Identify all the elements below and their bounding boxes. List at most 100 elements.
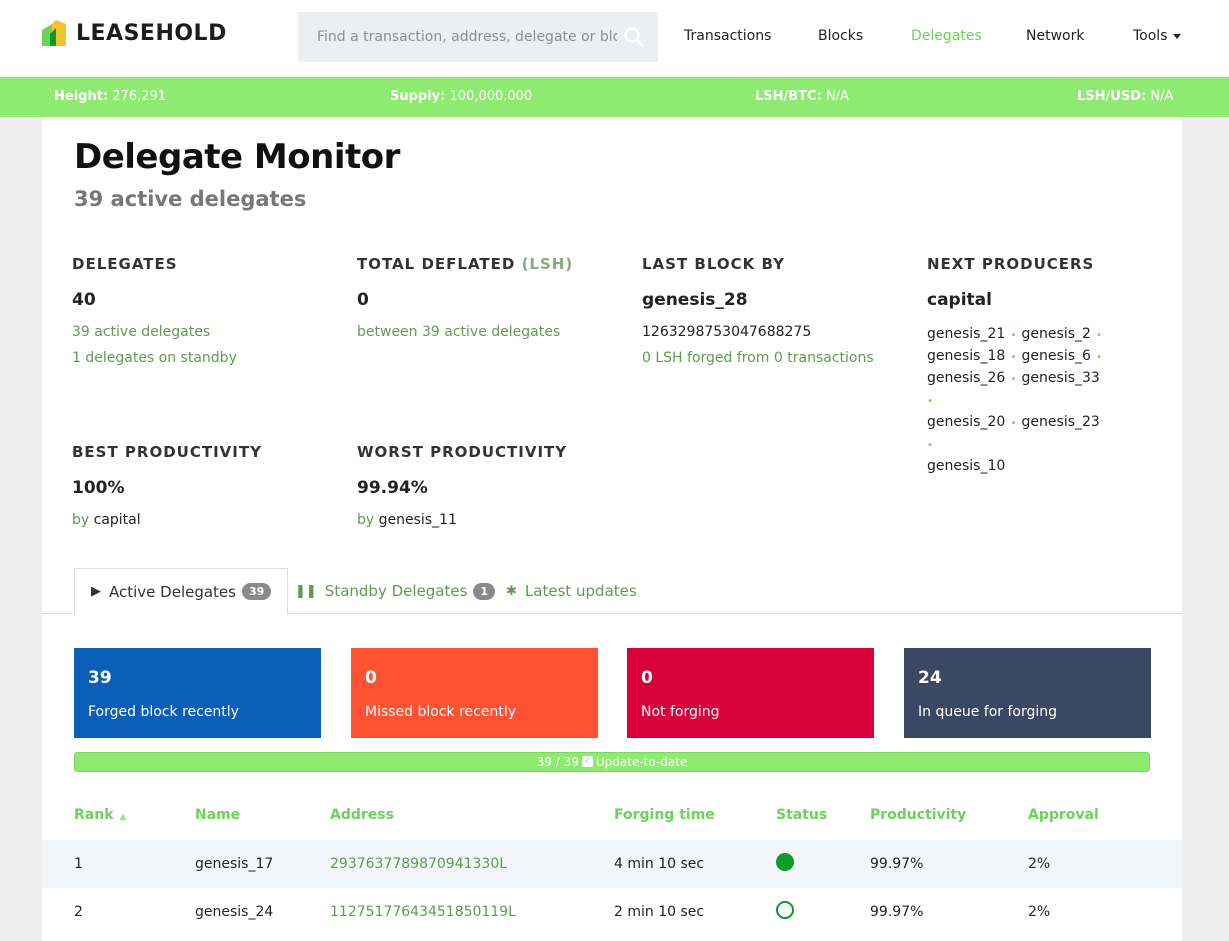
cell-address[interactable]: 2937637789870941330L — [330, 856, 507, 872]
separator-dot: • — [1007, 330, 1020, 341]
stat-height: Height: 276,291 — [54, 89, 166, 104]
tab-label: Standby Delegates — [324, 582, 468, 600]
stat-supply-label: Supply: — [390, 89, 446, 104]
cell-address[interactable]: 11275177643451850119L — [330, 904, 516, 920]
col-status[interactable]: Status — [776, 807, 827, 823]
best-productivity: BEST PRODUCTIVITY 100% by capital — [72, 443, 332, 528]
worst-productivity-by: by genesis_11 — [357, 512, 617, 528]
producer-item[interactable]: genesis_10 — [927, 458, 1005, 474]
col-rank[interactable]: Rank ▲ — [74, 807, 126, 823]
card-value: 39 — [88, 668, 112, 688]
nav-tools-label: Tools — [1133, 28, 1168, 44]
card-label: In queue for forging — [918, 704, 1058, 720]
producer-item[interactable]: genesis_20 — [927, 414, 1005, 430]
table-row: 2 genesis_24 11275177643451850119L 2 min… — [42, 888, 1182, 936]
separator-dot: • — [1007, 374, 1020, 385]
deflated-summary: TOTAL DEFLATED (LSH) 0 between 39 active… — [357, 255, 617, 340]
col-productivity[interactable]: Productivity — [870, 807, 966, 823]
card-value: 24 — [918, 668, 942, 688]
next-producers-label: NEXT PRODUCERS — [927, 255, 1095, 273]
by-label: by — [357, 512, 375, 528]
separator-dot: • — [1092, 352, 1102, 363]
nav-network[interactable]: Network — [1026, 28, 1084, 44]
deflated-label: TOTAL DEFLATED (LSH) — [357, 255, 617, 273]
main-panel: Delegate Monitor 39 active delegates DEL… — [42, 117, 1182, 941]
producer-item[interactable]: genesis_33 — [1022, 370, 1100, 386]
nav-transactions[interactable]: Transactions — [684, 28, 771, 44]
cell-forging-time: 2 min 10 sec — [614, 904, 705, 920]
by-label: by — [72, 512, 90, 528]
standby-delegates-link[interactable]: 1 delegates on standby — [72, 350, 332, 366]
worst-productivity: WORST PRODUCTIVITY 99.94% by genesis_11 — [357, 443, 617, 528]
cell-name[interactable]: genesis_17 — [195, 856, 273, 872]
forging-progress-bar: 39 / 39 ✓ Update-to-date — [74, 752, 1150, 772]
deflated-value: 0 — [357, 290, 369, 310]
progress-count: 39 / 39 — [536, 755, 579, 769]
card-value: 0 — [641, 668, 653, 688]
card-not-forging: 0 Not forging — [627, 648, 874, 738]
worst-delegate-link[interactable]: genesis_11 — [379, 512, 457, 528]
card-label: Forged block recently — [88, 704, 239, 720]
stat-btc-value: N/A — [825, 89, 849, 104]
top-navbar: LEASEHOLD Transactions Blocks Delegates … — [0, 0, 1229, 77]
nav-delegates[interactable]: Delegates — [911, 28, 982, 44]
stat-btc: LSH/BTC: N/A — [755, 89, 849, 104]
cell-approval: 2% — [1028, 904, 1051, 920]
active-delegates-link[interactable]: 39 active delegates — [72, 324, 332, 340]
cell-productivity: 99.97% — [870, 856, 924, 872]
col-rank-label: Rank — [74, 807, 114, 823]
table-header: Rank ▲ Name Address Forging time Status P… — [42, 797, 1182, 841]
deflated-unit: (LSH) — [521, 255, 574, 273]
nav-tools[interactable]: Tools — [1133, 28, 1181, 44]
stat-usd-value: N/A — [1150, 89, 1174, 104]
search-input[interactable] — [317, 29, 617, 45]
producer-item[interactable]: genesis_18 — [927, 348, 1005, 364]
producer-item[interactable]: genesis_23 — [1022, 414, 1100, 430]
separator-dot: • — [1092, 330, 1102, 341]
last-block-label: LAST BLOCK BY — [642, 255, 785, 273]
card-label: Missed block recently — [365, 704, 517, 720]
producer-item[interactable]: genesis_21 — [927, 326, 1005, 342]
producer-item[interactable]: genesis_26 — [927, 370, 1005, 386]
producer-item[interactable]: genesis_2 — [1022, 326, 1091, 342]
card-in-queue: 24 In queue for forging — [904, 648, 1151, 738]
card-label: Not forging — [641, 704, 720, 720]
best-delegate-link[interactable]: capital — [94, 512, 141, 528]
brand-logo[interactable]: LEASEHOLD — [42, 17, 227, 49]
stat-usd: LSH/USD: N/A — [1077, 89, 1173, 104]
last-block-id[interactable]: 1263298753047688275 — [642, 324, 902, 340]
separator-dot: • — [1007, 352, 1020, 363]
col-address[interactable]: Address — [330, 807, 394, 823]
network-stats-bar: Height: 276,291 Supply: 100,000,000 LSH/… — [0, 77, 1229, 117]
tab-active-delegates[interactable]: ▶ Active Delegates 39 — [74, 568, 289, 615]
stat-btc-label: LSH/BTC: — [755, 89, 822, 104]
caret-down-icon — [1172, 33, 1181, 39]
brand-name: LEASEHOLD — [76, 20, 227, 46]
stat-usd-label: LSH/USD: — [1077, 89, 1147, 104]
separator-dot: • — [1007, 418, 1020, 429]
tab-label: Latest updates — [524, 582, 637, 600]
separator-dot: • — [927, 396, 933, 407]
count-badge: 39 — [241, 583, 272, 600]
tab-label: Active Delegates — [109, 582, 236, 601]
last-block-delegate[interactable]: genesis_28 — [642, 290, 902, 310]
col-forging-time[interactable]: Forging time — [614, 807, 715, 823]
next-producer[interactable]: capital — [927, 290, 1167, 310]
cell-rank: 2 — [74, 904, 83, 920]
search-icon[interactable] — [624, 27, 644, 47]
col-name[interactable]: Name — [195, 807, 240, 823]
cell-name[interactable]: genesis_24 — [195, 904, 273, 920]
producer-item[interactable]: genesis_6 — [1022, 348, 1091, 364]
delegates-label: DELEGATES — [72, 255, 178, 273]
card-value: 0 — [365, 668, 377, 688]
progress-text: Update-to-date — [595, 755, 688, 769]
checkbox-icon: ✓ — [581, 756, 593, 767]
tab-latest-updates[interactable]: ✱ Latest updates — [490, 568, 653, 614]
col-approval[interactable]: Approval — [1028, 807, 1099, 823]
stat-height-label: Height: — [54, 89, 109, 104]
pause-icon: ❚❚ — [295, 583, 317, 599]
delegate-tabs: ▶ Active Delegates 39 ❚❚ Standby Delegat… — [42, 568, 1182, 615]
next-producers-summary: NEXT PRODUCERS capital genesis_21 • gene… — [927, 255, 1167, 476]
nav-blocks[interactable]: Blocks — [818, 28, 863, 44]
tab-standby-delegates[interactable]: ❚❚ Standby Delegates 1 — [279, 568, 511, 614]
